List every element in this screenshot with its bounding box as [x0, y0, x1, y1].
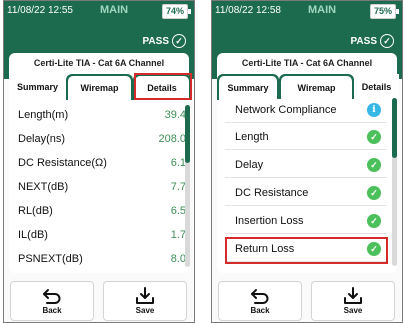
detail-row-insertion-loss[interactable]: Insertion Loss ✓ — [225, 210, 387, 234]
tab-details[interactable]: Details — [354, 74, 399, 100]
back-button[interactable]: Back — [10, 281, 94, 321]
summary-value: 8.0 — [170, 253, 186, 265]
detail-label: Network Compliance — [235, 104, 337, 116]
status-mode: MAIN — [100, 4, 129, 16]
summary-row: PSNEXT(dB) 8.0 — [18, 253, 186, 271]
channel-title: Certi-Lite TIA - Cat 6A Channel — [33, 58, 165, 68]
details-tab-highlight — [134, 73, 192, 100]
summary-value: 1.7 — [170, 229, 186, 241]
status-bar: 11/08/22 12:58 MAIN 75% — [212, 1, 402, 20]
tab-summary[interactable]: Summary — [217, 74, 279, 100]
screen-details: 11/08/22 12:58 MAIN 75% PASS ✓ Certi-Lit… — [211, 0, 403, 323]
tab-wiremap-label: Wiremap — [80, 83, 119, 93]
check-icon: ✓ — [367, 130, 381, 144]
summary-row: IL(dB) 1.7 — [18, 229, 186, 247]
detail-label: Insertion Loss — [235, 215, 304, 227]
tab-wiremap[interactable]: Wiremap — [279, 74, 354, 100]
detail-label: Length — [235, 131, 269, 143]
detail-label: DC Resistance — [235, 187, 309, 199]
scrollbar-thumb[interactable] — [392, 98, 397, 158]
detail-row-network-compliance[interactable]: Network Compliance i — [225, 99, 387, 123]
detail-label: Delay — [235, 159, 264, 171]
back-label: Back — [250, 306, 270, 315]
detail-row-dc-resistance[interactable]: DC Resistance ✓ — [225, 182, 387, 206]
summary-label: PSNEXT(dB) — [18, 253, 83, 265]
screen-summary: 11/08/22 12:55 MAIN 74% PASS ✓ Certi-Lit… — [3, 0, 195, 323]
summary-row: DC Resistance(Ω) 6.1 — [18, 157, 186, 175]
pass-label: PASS — [350, 35, 378, 47]
save-button[interactable]: Save — [103, 281, 187, 321]
scrollbar[interactable] — [185, 105, 190, 267]
summary-label: Length(m) — [18, 109, 69, 121]
status-bar: 11/08/22 12:55 MAIN 74% — [4, 1, 194, 20]
summary-row: Delay(ns) 208.0 — [18, 133, 186, 151]
battery-indicator: 75% — [370, 4, 399, 19]
summary-row: Length(m) 39.4 — [18, 109, 186, 127]
button-bar: Back Save — [4, 279, 194, 322]
scrollbar[interactable] — [392, 98, 397, 266]
tab-wiremap[interactable]: Wiremap — [66, 74, 133, 100]
save-label: Save — [343, 306, 363, 315]
pass-status: PASS ✓ — [350, 34, 394, 48]
summary-value: 6.5 — [170, 205, 186, 217]
pass-check-icon: ✓ — [172, 34, 186, 48]
download-icon — [136, 287, 154, 304]
tab-summary-label: Summary — [16, 82, 59, 92]
summary-value: 208.0 — [158, 133, 186, 145]
summary-label: NEXT(dB) — [18, 181, 69, 193]
back-icon — [251, 289, 269, 304]
summary-label: DC Resistance(Ω) — [18, 157, 107, 169]
info-icon: i — [367, 103, 381, 117]
check-icon: ✓ — [367, 214, 381, 228]
summary-value: 7.7 — [170, 181, 186, 193]
summary-value: 6.1 — [170, 157, 186, 169]
detail-row-length[interactable]: Length ✓ — [225, 126, 387, 150]
summary-label: IL(dB) — [18, 229, 48, 241]
status-time: 11/08/22 12:55 — [7, 5, 73, 16]
tab-wiremap-label: Wiremap — [297, 83, 336, 93]
summary-label: Delay(ns) — [18, 133, 66, 145]
summary-value: 39.4 — [164, 109, 186, 121]
tab-summary[interactable]: Summary — [9, 74, 66, 100]
check-icon: ✓ — [367, 158, 381, 172]
back-button[interactable]: Back — [218, 281, 302, 321]
pass-status: PASS ✓ — [142, 34, 186, 48]
scrollbar-thumb[interactable] — [185, 105, 190, 163]
battery-indicator: 74% — [162, 4, 191, 19]
save-label: Save — [135, 306, 155, 315]
tab-details-label: Details — [361, 82, 392, 92]
save-button[interactable]: Save — [311, 281, 395, 321]
download-icon — [344, 287, 362, 304]
check-icon: ✓ — [367, 186, 381, 200]
status-mode: MAIN — [308, 4, 337, 16]
pass-check-icon: ✓ — [380, 34, 394, 48]
return-loss-highlight — [225, 237, 388, 264]
summary-row: RL(dB) 6.5 — [18, 205, 186, 223]
status-time: 11/08/22 12:58 — [215, 5, 281, 16]
button-bar: Back Save — [212, 279, 402, 322]
summary-row: NEXT(dB) 7.7 — [18, 181, 186, 199]
detail-row-delay[interactable]: Delay ✓ — [225, 154, 387, 178]
back-icon — [43, 289, 61, 304]
pass-label: PASS — [142, 35, 170, 47]
summary-label: RL(dB) — [18, 205, 53, 217]
tab-summary-label: Summary — [227, 83, 269, 93]
back-label: Back — [42, 306, 62, 315]
channel-title: Certi-Lite TIA - Cat 6A Channel — [241, 58, 373, 68]
